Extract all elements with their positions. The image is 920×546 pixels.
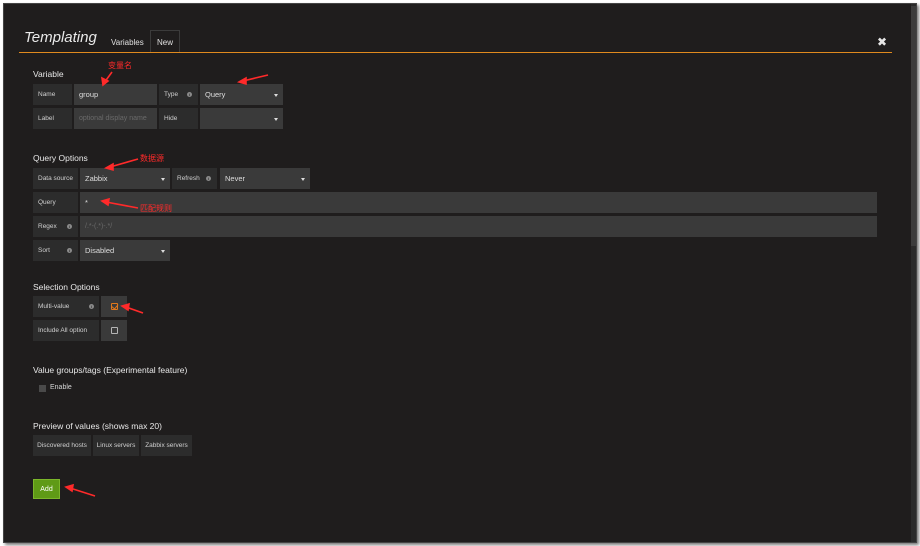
- arrow-head: [120, 302, 130, 312]
- arrow-head: [100, 197, 110, 207]
- annotation-arrows: [64, 71, 269, 497]
- arrow-head: [103, 162, 114, 172]
- arrow-to-datasource: [109, 158, 139, 168]
- arrow-head: [64, 483, 74, 493]
- arrow-to-query: [105, 201, 139, 209]
- arrow-head: [236, 76, 247, 86]
- arrow-to-add: [69, 487, 96, 497]
